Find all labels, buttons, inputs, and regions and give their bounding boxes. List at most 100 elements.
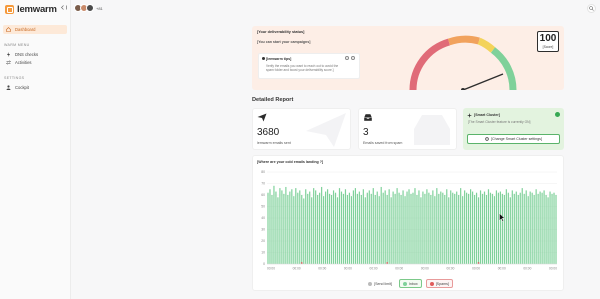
- emails-sent-value: 3680: [257, 127, 280, 138]
- inbox-bar: [527, 196, 529, 264]
- inbox-bar: [408, 189, 410, 264]
- sidebar-item-dashboard[interactable]: Dashboard: [3, 25, 67, 34]
- inbox-bar: [336, 197, 339, 264]
- inbox-bar: [491, 193, 494, 264]
- inbox-bar: [382, 192, 384, 264]
- inbox-icon: [363, 113, 373, 122]
- inbox-bar: [499, 191, 501, 264]
- inbox-bar: [356, 193, 358, 264]
- legend-dot: [368, 281, 373, 286]
- inbox-bar: [450, 190, 452, 264]
- inbox-bar: [523, 193, 525, 264]
- home-icon: [6, 27, 11, 32]
- send-bg-icon: [306, 113, 346, 147]
- inbox-bar: [458, 195, 460, 264]
- inbox-bar: [446, 189, 448, 264]
- detailed-report-title: Detailed Report: [252, 97, 294, 103]
- sidebar-item-activities[interactable]: Activities: [3, 58, 67, 67]
- inbox-bar: [398, 192, 400, 264]
- sidebar-item-cockpit[interactable]: Cockpit: [3, 83, 67, 92]
- x-tick-label: 00:00: [472, 267, 480, 271]
- tip-title: [lemwarm tips]: [266, 57, 292, 61]
- tip-text: Verify the emails you want to reach out …: [266, 64, 339, 72]
- search-button[interactable]: [587, 4, 596, 13]
- inbox-bar: [307, 193, 309, 264]
- inbox-bar: [505, 189, 507, 264]
- team-avatars[interactable]: +81: [74, 4, 103, 12]
- inbox-bar: [404, 196, 406, 264]
- y-tick-label: 70: [261, 182, 265, 186]
- legend-label: Inbox: [408, 281, 418, 286]
- inbox-bar: [374, 195, 376, 264]
- inbox-bar: [319, 192, 321, 264]
- inbox-bar: [315, 190, 317, 264]
- inbox-bar: [545, 195, 547, 264]
- inbox-bar: [388, 189, 390, 264]
- inbox-bar: [414, 188, 416, 264]
- x-tick-label: 00:00: [267, 267, 275, 271]
- gear-icon: [485, 137, 489, 141]
- collapse-sidebar-button[interactable]: [61, 5, 67, 12]
- inbox-bar: [364, 197, 366, 264]
- inbox-bar: [299, 190, 301, 264]
- legend-send-limit[interactable]: [Send limit]: [365, 279, 395, 288]
- next-tip-icon[interactable]: [351, 56, 355, 60]
- cluster-icon: [467, 113, 472, 118]
- inbox-bar: [321, 186, 323, 264]
- legend-spams[interactable]: [Spams]: [425, 279, 453, 288]
- spam-point: [477, 262, 480, 264]
- x-tick-label: 00:00: [370, 267, 378, 271]
- inbox-bar: [424, 193, 426, 264]
- inbox-bar: [277, 197, 279, 264]
- spam-point: [300, 262, 303, 264]
- logo[interactable]: lemwarm: [5, 4, 57, 15]
- inbox-bar: [346, 195, 349, 264]
- inbox-bar: [473, 195, 476, 264]
- inbox-bar: [464, 190, 466, 264]
- inbox-bar: [489, 192, 492, 264]
- sidebar-item-label: Cockpit: [15, 85, 29, 90]
- inbox-bar: [354, 188, 356, 264]
- inbox-bar: [525, 190, 527, 264]
- avatar[interactable]: [86, 4, 94, 12]
- change-smart-cluster-label: [Change Smart Cluster settings]: [491, 137, 542, 141]
- inbox-bar: [410, 193, 412, 264]
- inbox-bar: [539, 191, 541, 264]
- inbox-bar: [470, 189, 472, 264]
- y-tick-label: 60: [261, 193, 265, 197]
- mouse-cursor-icon: [499, 213, 505, 222]
- inbox-bar: [553, 192, 555, 264]
- inbox-bar: [348, 192, 351, 264]
- inbox-bar: [521, 188, 523, 264]
- score-label: [Score]: [542, 45, 554, 49]
- inbox-bar: [352, 190, 354, 264]
- x-tick-label: 00:00: [344, 267, 352, 271]
- activity-icon: [6, 60, 11, 65]
- inbox-bar: [340, 191, 343, 264]
- inbox-bar: [456, 191, 458, 264]
- status-title: [Your deliverability status]: [257, 30, 305, 34]
- inbox-bar: [285, 186, 287, 264]
- deliverability-status-card: [Your deliverability status] [You can st…: [252, 26, 564, 90]
- legend-inbox[interactable]: Inbox: [398, 279, 422, 288]
- inbox-bar: [428, 192, 430, 264]
- inbox-bar: [479, 190, 482, 264]
- prev-tip-icon[interactable]: [345, 56, 349, 60]
- inbox-bar: [368, 190, 370, 264]
- change-smart-cluster-button[interactable]: [Change Smart Cluster settings]: [467, 134, 560, 144]
- user-icon: [6, 85, 11, 90]
- inbox-bar: [380, 186, 382, 264]
- inbox-bar: [334, 192, 337, 264]
- sidebar-item-label: Activities: [15, 60, 32, 65]
- sidebar-item-label: Dashboard: [15, 27, 36, 32]
- inbox-bar: [468, 193, 470, 264]
- inbox-bar: [462, 196, 464, 264]
- inbox-bar: [344, 189, 347, 264]
- x-tick-label: 00:00: [549, 267, 557, 271]
- y-tick-label: 50: [261, 205, 265, 209]
- inbox-bar: [420, 197, 422, 264]
- inbox-bar: [311, 197, 313, 264]
- inbox-bar: [305, 189, 307, 264]
- inbox-bar: [342, 193, 345, 264]
- inbox-bar: [269, 189, 271, 264]
